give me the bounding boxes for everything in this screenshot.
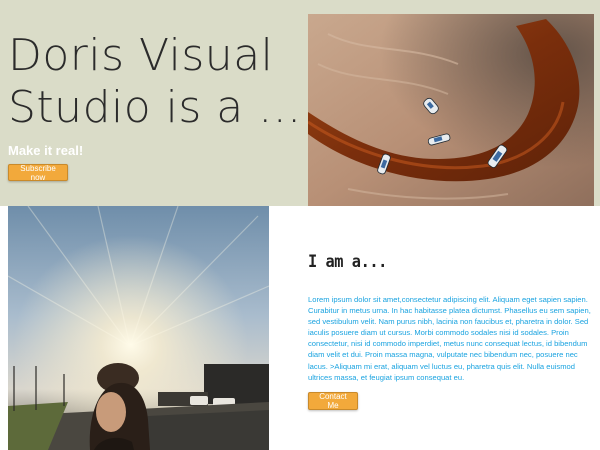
hero-aerial-photo xyxy=(308,14,594,206)
about-heading: I am a... xyxy=(308,252,387,272)
about-body-text: Lorem ipsum dolor sit amet,consectetur a… xyxy=(308,295,591,382)
about-portrait-photo xyxy=(8,206,269,450)
hero-title: Doris Visual Studio is a ... xyxy=(8,30,302,133)
contact-me-button[interactable]: Contact Me xyxy=(308,392,358,410)
hero-section: Doris Visual Studio is a ... Make it rea… xyxy=(0,0,600,206)
subscribe-button[interactable]: Subscribe now xyxy=(8,164,68,182)
hero-tagline: Make it real! xyxy=(8,143,84,158)
